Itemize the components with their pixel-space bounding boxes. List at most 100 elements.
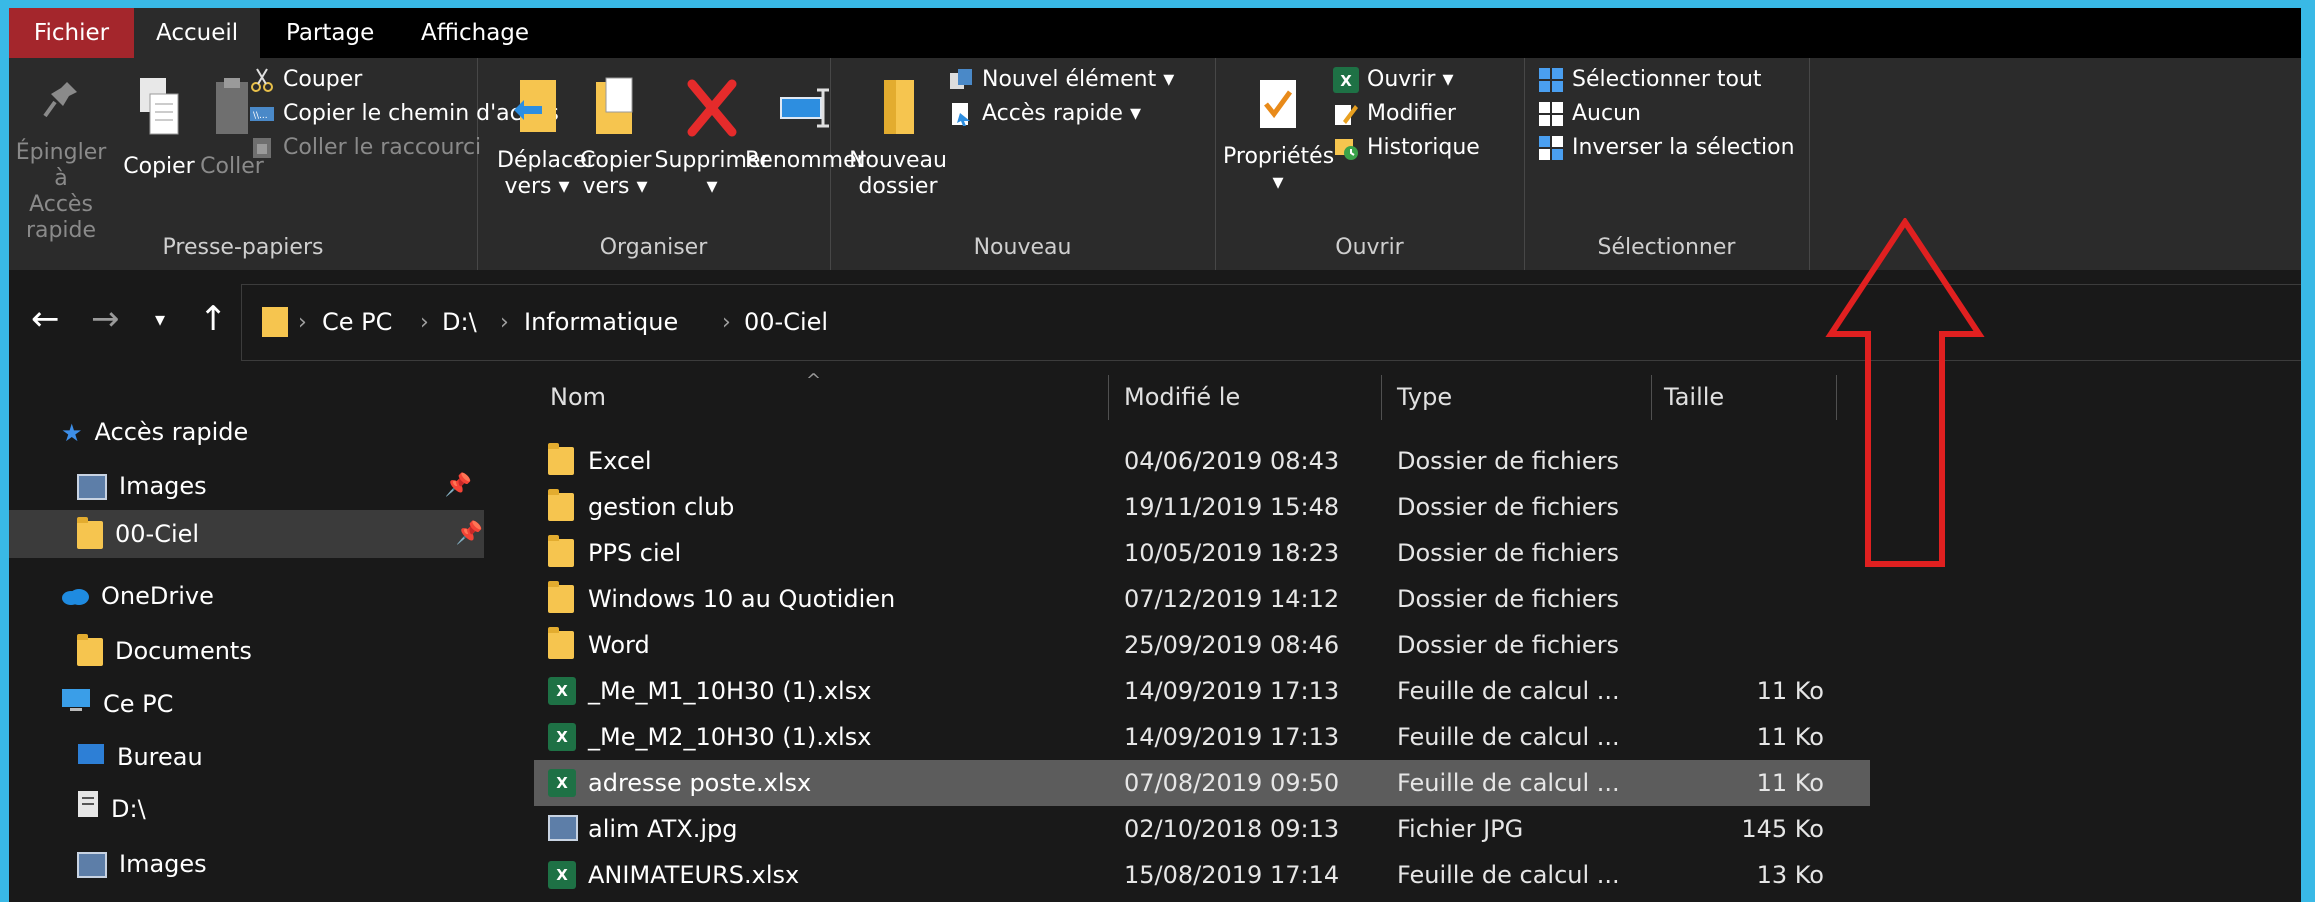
new-item-button[interactable]: Nouvel élément ▾	[948, 63, 1174, 97]
tab-partage[interactable]: Partage	[264, 8, 396, 58]
breadcrumb-separator-icon[interactable]: ›	[500, 285, 509, 360]
file-size: 11 Ko	[1756, 723, 1824, 751]
open-label: Ouvrir ▾	[1367, 67, 1454, 92]
group-select: Sélectionner tout Aucun Inverser la séle…	[1524, 58, 1810, 270]
move-to-button[interactable]: Déplacer vers ▾	[497, 76, 596, 200]
file-size: 11 Ko	[1756, 769, 1824, 797]
breadcrumb-00-ciel[interactable]: 00-Ciel	[744, 285, 828, 360]
select-all-button[interactable]: Sélectionner tout	[1538, 63, 1762, 97]
invert-selection-icon	[1538, 135, 1564, 161]
table-row[interactable]: PPS ciel 10/05/2019 18:23 Dossier de fichi…	[534, 530, 1870, 576]
table-row[interactable]: X _Me_M2_10H30 (1).xlsx 14/09/2019 17:13 Fe…	[534, 714, 1870, 760]
recent-locations-chevron-icon[interactable]: ▾	[155, 299, 165, 339]
properties-button[interactable]: Propriétés ▾	[1223, 76, 1335, 196]
file-type: Dossier de fichiers	[1397, 631, 1620, 659]
nav-ce-pc[interactable]: Ce PC	[61, 680, 481, 728]
folder-icon	[548, 535, 574, 567]
table-row[interactable]: Xadresse poste.xlsx 07/08/2019 09:50 Feuil…	[534, 760, 1870, 806]
column-divider[interactable]	[1108, 375, 1109, 420]
tab-affichage[interactable]: Affichage	[399, 8, 551, 58]
nav-00-ciel-label: 00-Ciel	[115, 520, 200, 548]
forward-arrow-icon[interactable]: →	[91, 299, 120, 339]
table-row[interactable]: Windows 10 au Quotidien 07/12/2019 14:12 D…	[534, 576, 1870, 622]
nav-00-ciel[interactable]: 00-Ciel 📌	[9, 510, 493, 558]
ribbon-tabs: Fichier Accueil Partage Affichage	[9, 8, 2301, 58]
properties-label: Propriétés	[1223, 144, 1335, 169]
breadcrumb-d-drive[interactable]: D:\	[442, 285, 477, 360]
folder-icon	[548, 627, 574, 659]
file-type: Feuille de calcul ...	[1397, 677, 1620, 705]
history-button[interactable]: Historique	[1333, 131, 1480, 165]
tab-accueil[interactable]: Accueil	[134, 8, 261, 58]
column-header-type[interactable]: Type	[1397, 370, 1547, 425]
folder-icon	[548, 581, 574, 613]
pin-quick-access-button[interactable]: Épingler à Accès rapide	[11, 76, 111, 244]
table-row[interactable]: X _Me_M1_10H30 (1).xlsx 14/09/2019 17:13 Fe…	[534, 668, 1870, 714]
breadcrumb-separator-icon[interactable]: ›	[722, 285, 731, 360]
back-arrow-icon[interactable]: ←	[31, 299, 60, 339]
paste-shortcut-button[interactable]: Coller le raccourci	[249, 131, 481, 165]
star-icon: ★	[61, 419, 83, 447]
table-row[interactable]: Word 25/09/2019 08:46 Dossier de fichiers	[534, 622, 1870, 668]
new-folder-button[interactable]: Nouveau dossier	[848, 76, 948, 200]
breadcrumb-separator-icon[interactable]: ›	[298, 285, 307, 360]
nav-onedrive[interactable]: OneDrive	[61, 572, 481, 620]
file-modified: 14/09/2019 17:13	[1124, 677, 1340, 705]
breadcrumb-separator-icon[interactable]: ›	[420, 285, 429, 360]
file-list: ^ Nom Modifié le Type Taille Excel 04/06/…	[484, 370, 2301, 902]
file-modified: 15/08/2019 17:14	[1124, 861, 1340, 889]
copy-button[interactable]: Copier	[121, 76, 197, 180]
file-name: alim ATX.jpg	[588, 815, 738, 843]
file-name: Word	[588, 631, 650, 659]
column-header-size[interactable]: Taille	[1664, 370, 1814, 425]
breadcrumb-ce-pc[interactable]: Ce PC	[322, 285, 392, 360]
move-to-label-2: vers ▾	[504, 174, 570, 199]
invert-selection-button[interactable]: Inverser la sélection	[1538, 131, 1795, 165]
nav-bureau[interactable]: Bureau	[77, 733, 482, 781]
file-modified: 07/08/2019 09:50	[1124, 769, 1340, 797]
file-size: 13 Ko	[1756, 861, 1824, 889]
tab-fichier[interactable]: Fichier	[9, 8, 134, 58]
file-type: Dossier de fichiers	[1397, 585, 1620, 613]
cut-button[interactable]: Couper	[249, 63, 362, 97]
select-none-label: Aucun	[1572, 101, 1641, 126]
nav-images-pc[interactable]: Images	[77, 840, 482, 888]
easy-access-button[interactable]: Accès rapide ▾	[948, 97, 1141, 131]
file-size	[1674, 484, 1824, 530]
copy-to-button[interactable]: Copier vers ▾	[580, 76, 651, 200]
column-header-name[interactable]: Nom	[534, 370, 1174, 425]
up-arrow-icon[interactable]: ↑	[199, 299, 228, 339]
file-type: Dossier de fichiers	[1397, 493, 1620, 521]
table-row[interactable]: X ANIMATEURS.xlsx 15/08/2019 17:14 Feuille …	[534, 852, 1870, 898]
breadcrumb[interactable]: › Ce PC › D:\ › Informatique › 00-Ciel	[241, 284, 2303, 361]
group-organize: Déplacer vers ▾ Copier vers ▾ Supprimer …	[477, 58, 866, 270]
nav-d-drive[interactable]: D:\	[77, 785, 482, 833]
copy-to-label-2: vers ▾	[582, 174, 648, 199]
table-row[interactable]: alim ATX.jpg 02/10/2018 09:13 Fichier JPG 1…	[534, 806, 1870, 852]
breadcrumb-informatique[interactable]: Informatique	[524, 285, 678, 360]
pin-icon	[41, 76, 81, 132]
open-button[interactable]: X Ouvrir ▾	[1333, 63, 1454, 97]
column-divider[interactable]	[1381, 375, 1382, 420]
column-divider[interactable]	[1651, 375, 1652, 420]
file-modified: 04/06/2019 08:43	[1124, 447, 1340, 475]
new-folder-label-1: Nouveau	[849, 148, 947, 173]
column-header-modified[interactable]: Modifié le	[1124, 370, 1304, 425]
nav-quick-access[interactable]: ★ Accès rapide	[61, 408, 481, 456]
folder-icon	[262, 307, 288, 337]
delete-x-icon	[684, 76, 740, 140]
computer-icon	[61, 681, 91, 729]
frame-border-left	[0, 0, 9, 902]
copy-icon	[136, 76, 182, 146]
cut-label: Couper	[283, 67, 363, 92]
nav-images[interactable]: Images 📌	[77, 462, 482, 510]
select-none-button[interactable]: Aucun	[1538, 97, 1641, 131]
easy-access-icon	[948, 101, 974, 127]
table-row[interactable]: Excel 04/06/2019 08:43 Dossier de fichiers	[534, 438, 1870, 484]
nav-documents[interactable]: Documents	[77, 627, 482, 675]
nav-d-drive-label: D:\	[111, 795, 146, 823]
file-size	[1674, 530, 1824, 576]
edit-label: Modifier	[1367, 101, 1456, 126]
table-row[interactable]: gestion club 19/11/2019 15:48 Dossier de f…	[534, 484, 1870, 530]
edit-button[interactable]: Modifier	[1333, 97, 1456, 131]
